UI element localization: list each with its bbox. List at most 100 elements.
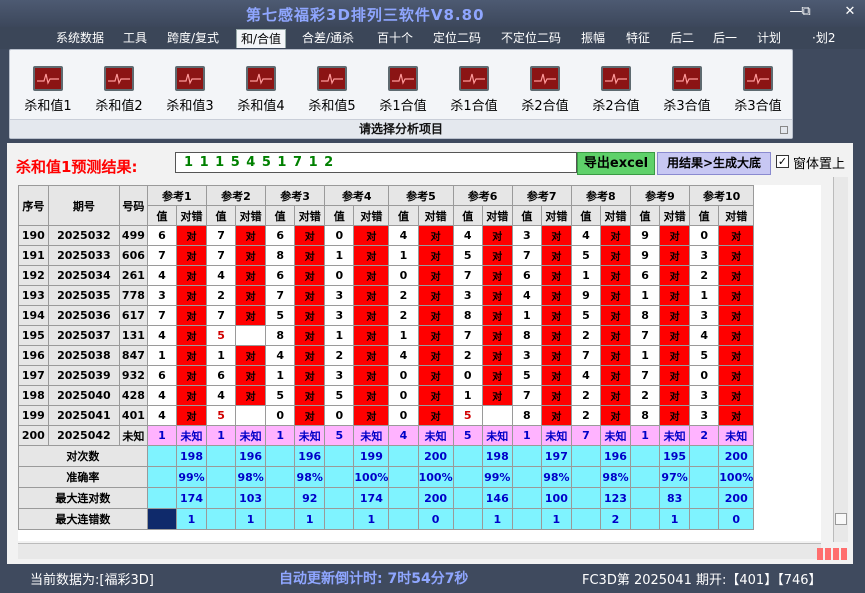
ribbon-button-3[interactable]: 杀和值3 [155,66,225,116]
prediction-field[interactable]: 1 1 1 5 4 5 1 7 1 2 [175,152,577,173]
stats-spacer [689,487,720,509]
cell-ref-hit: 未知 [600,425,631,446]
menu-item-8[interactable]: 不定位二码 [497,29,565,48]
stats-value: 198 [481,445,513,467]
ribbon-button-1[interactable]: 杀和值1 [13,66,83,116]
restore-icon[interactable]: ⧉ [797,4,815,19]
menu-item-5[interactable]: 合差/通杀 [298,29,358,48]
stats-spacer [452,487,483,509]
table-row[interactable]: 194 2025036 617 7 对 7 对 5 对 3 对 2 对 8 对 1 对 5 对 8 对 3 对 [18,305,821,326]
table-row[interactable]: 196 2025038 847 1 对 1 对 4 对 2 对 4 对 2 对 3 对 7 对 1 对 5 对 [18,345,821,366]
ribbon-button-4[interactable]: 杀和值4 [226,66,296,116]
close-icon[interactable]: ✕ [841,4,859,19]
menu-item-10[interactable]: 特征 [622,29,654,48]
stats-label: 最大连错数 [18,508,148,530]
scroll-thumb[interactable] [835,513,847,525]
cell-ref-hit: 未知 [353,425,390,446]
cell-ref-hit: 对 [417,365,454,386]
filler [753,305,821,326]
cell-ref-value: 9 [629,245,661,266]
table-row[interactable]: 197 2025039 932 6 对 6 对 1 对 3 对 0 对 0 对 5 对 4 对 7 对 0 对 [18,365,821,386]
menu-item-9[interactable]: 振幅 [577,29,609,48]
cell-ref-value: 7 [452,325,483,346]
ribbon-button-5[interactable]: 杀和值5 [297,66,367,116]
ribbon-button-label: 杀1合值 [379,99,427,114]
table-row[interactable]: 191 2025033 606 7 对 7 对 8 对 1 对 1 对 5 对 7 对 5 对 9 对 3 对 [18,245,821,266]
cell-ref-value: 0 [388,405,419,426]
menu-item-3[interactable]: 跨度/复式 [163,29,223,48]
cell-ref-value: 0 [388,385,419,406]
table-row[interactable]: 195 2025037 131 4 对 5 8 对 1 对 1 对 7 对 8 对 2 对 7 对 4 对 [18,325,821,346]
cell-ref-value: 5 [205,405,237,426]
cell-ref-value: 0 [265,405,296,426]
cell-ref-value: 2 [570,325,602,346]
cell-ref-value: 1 [324,245,355,266]
stats-value: 100% [353,466,390,488]
cell-ref-value: 4 [388,225,419,246]
cell-ref-hit: 对 [718,365,755,386]
stay-on-top-checkbox[interactable]: ✓ [776,155,789,168]
col-header-issue: 期号 [47,185,121,226]
cell-ref-value: 6 [629,265,661,286]
menu-item-2[interactable]: 工具 [119,29,151,48]
ribbon-button-11[interactable]: 杀3合值 [723,66,793,116]
export-excel-button[interactable]: 导出excel [577,152,655,175]
table-row[interactable]: 190 2025032 499 6 对 7 对 6 对 0 对 4 对 4 对 3 对 4 对 9 对 0 对 [18,225,821,246]
cell-ref-value: 5 [689,345,720,366]
cell-ref-hit: 对 [540,345,572,366]
cell-ref-value: 1 [265,365,296,386]
stats-value: 99% [176,466,207,488]
cell-code: 401 [119,405,148,426]
results-grid[interactable]: 序号 期号 号码 参考1 参考2 参考3 参考4 参考5 参考6 参考7 参考8 参考9 参考10 值对错… [18,185,821,541]
table-row[interactable]: 193 2025035 778 3 对 2 对 7 对 3 对 2 对 3 对 4 对 9 对 1 对 1 对 [18,285,821,306]
cell-ref-value: 1 [388,245,419,266]
stats-value: 2 [600,508,631,530]
cell-ref-value: 1 [511,425,542,446]
menu-item-1[interactable]: 系统数据 [52,29,108,48]
cell-ref-value: 7 [205,225,237,246]
col-header-ref-9: 参考9 [629,185,691,206]
menu-item-7[interactable]: 定位二码 [429,29,485,48]
cell-ref-hit: 对 [659,245,691,266]
cell-seq: 192 [18,265,49,286]
menu-item-4[interactable]: 和/合值 [236,29,287,48]
ribbon-button-7[interactable]: 杀1合值 [439,66,509,116]
chart-icon [317,66,347,91]
cell-ref-hit: 对 [176,405,207,426]
cell-seq: 196 [18,345,49,366]
cell-ref-hit: 对 [417,225,454,246]
cell-ref-value: 2 [689,265,720,286]
stats-value: 198 [176,445,207,467]
menu-item-13[interactable]: 计划 [753,29,785,48]
ribbon-button-2[interactable]: 杀和值2 [84,66,154,116]
stats-spacer [265,487,296,509]
cell-ref-hit: 对 [417,345,454,366]
ribbon-button-9[interactable]: 杀2合值 [581,66,651,116]
generate-base-button[interactable]: 用结果>生成大底 [657,152,771,175]
table-row-future[interactable]: 200 2025042 未知 1 未知 1 未知 1 未知 5 未知 4 未知 5 未知 1 未知 7 未知 1 未知 2… [18,425,821,446]
ribbon-button-6[interactable]: 杀1合值 [368,66,438,116]
title-bar: 第七感福彩3D排列三软件V8.80 — ⧉ ✕ [0,0,865,27]
cell-ref-hit: 对 [353,265,390,286]
cell-ref-hit: 对 [718,245,755,266]
page-indicator [817,548,849,560]
cell-ref-value: 6 [511,265,542,286]
col-header-value: 值 [689,205,720,226]
stats-spacer [146,466,178,488]
menu-item-12[interactable]: 后一 [709,29,741,48]
stats-value: 200 [417,445,454,467]
ribbon-button-8[interactable]: 杀2合值 [510,66,580,116]
table-row[interactable]: 199 2025041 401 4 对 5 0 对 0 对 0 对 5 8 对 2 对 8 对 3 对 [18,405,821,426]
ribbon-button-10[interactable]: 杀3合值 [652,66,722,116]
menu-item-6[interactable]: 百十个 [373,29,417,48]
menu-item-11[interactable]: 后二 [666,29,698,48]
table-row[interactable]: 192 2025034 261 4 对 4 对 6 对 0 对 0 对 7 对 6 对 1 对 6 对 2 对 [18,265,821,286]
ribbon-expand-icon[interactable]: . [780,126,788,134]
filler [753,425,821,446]
menu-item-14[interactable]: ·划2 [808,29,839,48]
table-row[interactable]: 198 2025040 428 4 对 4 对 5 对 5 对 0 对 1 对 7 对 2 对 2 对 3 对 [18,385,821,406]
horizontal-scrollbar[interactable] [18,543,821,559]
cell-ref-value: 5 [265,305,296,326]
cell-code: 未知 [119,425,148,446]
vertical-scrollbar[interactable] [833,177,848,542]
